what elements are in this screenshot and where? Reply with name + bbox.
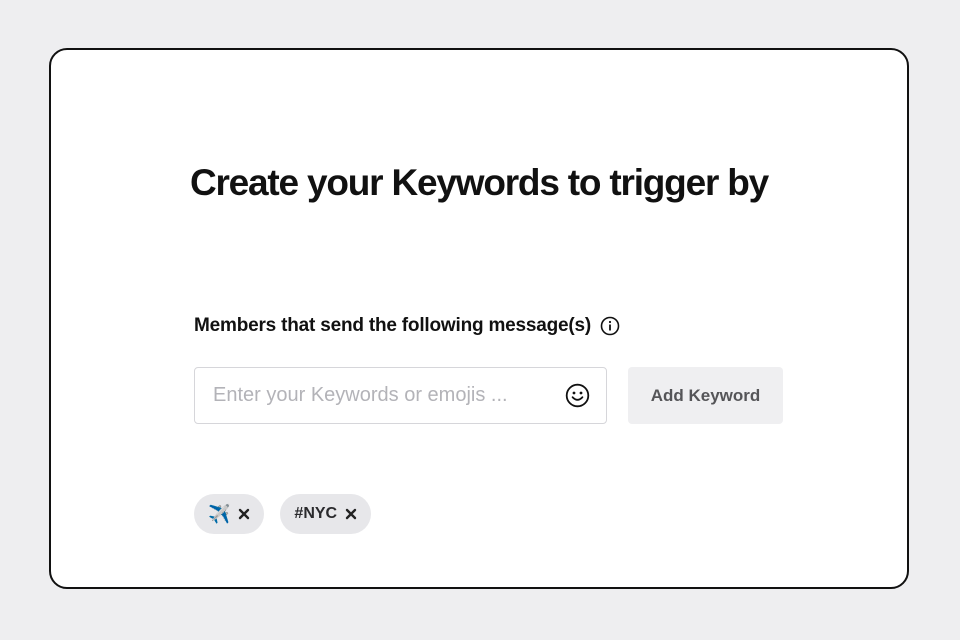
smiley-icon[interactable] [565,383,590,408]
keywords-label: Members that send the following message(… [194,315,592,336]
keyword-chip-label: #NYC [294,505,338,522]
info-icon[interactable] [600,316,620,336]
keywords-section: Members that send the following message(… [194,312,794,534]
keyword-input[interactable] [195,368,555,423]
page-title: Create your Keywords to trigger by [189,162,769,203]
keyword-chip-label: ✈️ [208,503,231,524]
close-icon[interactable] [238,508,250,520]
keyword-input-row: Add Keyword [194,367,783,424]
keyword-input-wrapper [194,367,607,424]
keyword-chip: ✈️ [194,494,265,534]
keywords-label-row: Members that send the following message(… [194,312,794,340]
keyword-chip: #NYC [280,494,372,534]
close-icon[interactable] [345,508,357,520]
add-keyword-button[interactable]: Add Keyword [628,367,783,424]
keyword-card: Create your Keywords to trigger by Membe… [49,48,909,589]
keyword-chips: ✈️ #NYC [194,494,387,534]
